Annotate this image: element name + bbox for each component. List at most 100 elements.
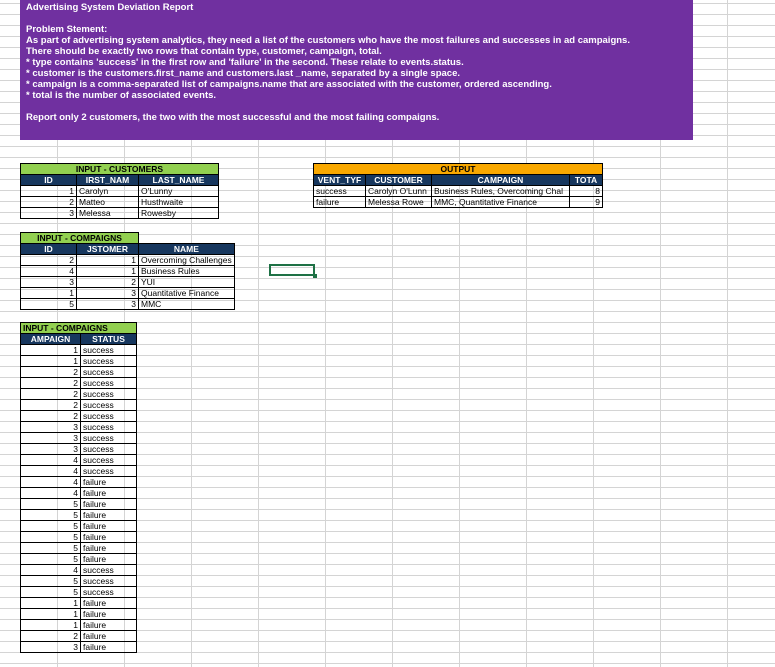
cell[interactable]: 1	[20, 185, 77, 197]
cell[interactable]: Melessa	[76, 207, 139, 219]
cell[interactable]: 3	[20, 207, 77, 219]
cell[interactable]: success	[80, 443, 137, 455]
cell[interactable]: 5	[20, 298, 77, 310]
cell[interactable]: 1	[76, 265, 139, 277]
cell[interactable]: MMC	[138, 298, 235, 310]
cell[interactable]: 5	[20, 553, 81, 565]
cell[interactable]: 5	[20, 586, 81, 598]
cell[interactable]: 4	[20, 564, 81, 576]
cell[interactable]: failure	[80, 641, 137, 653]
cell[interactable]: success	[80, 410, 137, 422]
cell[interactable]: failure	[80, 498, 137, 510]
cell[interactable]: Husthwaite	[138, 196, 219, 208]
cell[interactable]: 3	[20, 276, 77, 288]
col-header[interactable]: JSTOMER	[76, 243, 139, 255]
cell[interactable]: failure	[80, 542, 137, 554]
cell[interactable]: success	[80, 432, 137, 444]
cell[interactable]: 9	[569, 196, 603, 208]
cell[interactable]: success	[80, 421, 137, 433]
cell[interactable]: failure	[80, 487, 137, 499]
cell[interactable]: MMC, Quantitative Finance	[431, 196, 570, 208]
cell[interactable]: Carolyn O'Lunn	[365, 185, 432, 197]
cell[interactable]: failure	[80, 520, 137, 532]
cell[interactable]: failure	[80, 531, 137, 543]
cell[interactable]: 3	[20, 432, 81, 444]
col-header[interactable]: AMPAIGN	[20, 333, 81, 345]
cell[interactable]: 5	[20, 509, 81, 521]
cell[interactable]: O'Lunny	[138, 185, 219, 197]
col-header[interactable]: ID	[20, 243, 77, 255]
cell[interactable]: 4	[20, 454, 81, 466]
cell[interactable]: 2	[20, 399, 81, 411]
selected-cell[interactable]	[269, 264, 317, 278]
col-header[interactable]: IRST_NAM	[76, 174, 139, 186]
cell[interactable]: 3	[20, 443, 81, 455]
cell[interactable]: failure	[80, 630, 137, 642]
cell[interactable]: failure	[80, 608, 137, 620]
cell[interactable]: 3	[76, 287, 139, 299]
cell[interactable]: YUI	[138, 276, 235, 288]
cell[interactable]: 2	[20, 410, 81, 422]
cell[interactable]: 2	[20, 196, 77, 208]
cell[interactable]: success	[80, 586, 137, 598]
cell[interactable]: 2	[20, 366, 81, 378]
col-header[interactable]: ID	[20, 174, 77, 186]
cell[interactable]: Quantitative Finance	[138, 287, 235, 299]
cell[interactable]: Business Rules, Overcoming Chal	[431, 185, 570, 197]
cell[interactable]: failure	[80, 509, 137, 521]
cell[interactable]: 5	[20, 498, 81, 510]
cell[interactable]: 4	[20, 265, 77, 277]
cell[interactable]: success	[80, 388, 137, 400]
cell[interactable]: Rowesby	[138, 207, 219, 219]
col-header[interactable]: NAME	[138, 243, 235, 255]
cell[interactable]: success	[80, 377, 137, 389]
cell[interactable]: Business Rules	[138, 265, 235, 277]
cell[interactable]: 5	[20, 542, 81, 554]
cell[interactable]: Overcoming Challenges	[138, 254, 235, 266]
cell[interactable]: 1	[20, 619, 81, 631]
cell[interactable]: success	[80, 575, 137, 587]
cell[interactable]: 3	[20, 421, 81, 433]
cell[interactable]: 1	[76, 254, 139, 266]
cell[interactable]: success	[80, 366, 137, 378]
cell[interactable]: 5	[20, 575, 81, 587]
cell[interactable]: 4	[20, 465, 81, 477]
cell[interactable]: success	[80, 465, 137, 477]
col-header[interactable]: CAMPAIGN	[431, 174, 570, 186]
cell[interactable]: failure	[80, 553, 137, 565]
cell[interactable]: 1	[20, 344, 81, 356]
cell[interactable]: 2	[20, 254, 77, 266]
cell[interactable]: 3	[20, 641, 81, 653]
col-header[interactable]: TOTA	[569, 174, 603, 186]
cell[interactable]: 5	[20, 531, 81, 543]
cell[interactable]: 1	[20, 355, 81, 367]
cell[interactable]: Melessa Rowe	[365, 196, 432, 208]
cell[interactable]: Carolyn	[76, 185, 139, 197]
col-header[interactable]: LAST_NAME	[138, 174, 219, 186]
cell[interactable]: failure	[80, 597, 137, 609]
cell[interactable]: 2	[20, 388, 81, 400]
cell[interactable]: failure	[80, 476, 137, 488]
col-header[interactable]: CUSTOMER	[365, 174, 432, 186]
cell[interactable]: 8	[569, 185, 603, 197]
cell[interactable]: 4	[20, 476, 81, 488]
cell[interactable]: failure	[80, 619, 137, 631]
cell[interactable]: 2	[20, 377, 81, 389]
cell[interactable]: success	[80, 564, 137, 576]
cell[interactable]: 3	[76, 298, 139, 310]
cell[interactable]: 5	[20, 520, 81, 532]
cell[interactable]: success	[313, 185, 366, 197]
col-header[interactable]: VENT_TYF	[313, 174, 366, 186]
cell[interactable]: Matteo	[76, 196, 139, 208]
col-header[interactable]: STATUS	[80, 333, 137, 345]
cell[interactable]: 4	[20, 487, 81, 499]
cell[interactable]: success	[80, 399, 137, 411]
cell[interactable]: 2	[20, 630, 81, 642]
cell[interactable]: 1	[20, 608, 81, 620]
cell[interactable]: success	[80, 355, 137, 367]
cell[interactable]: failure	[313, 196, 366, 208]
cell[interactable]: 2	[76, 276, 139, 288]
cell[interactable]: success	[80, 454, 137, 466]
cell[interactable]: 1	[20, 597, 81, 609]
cell[interactable]: 1	[20, 287, 77, 299]
